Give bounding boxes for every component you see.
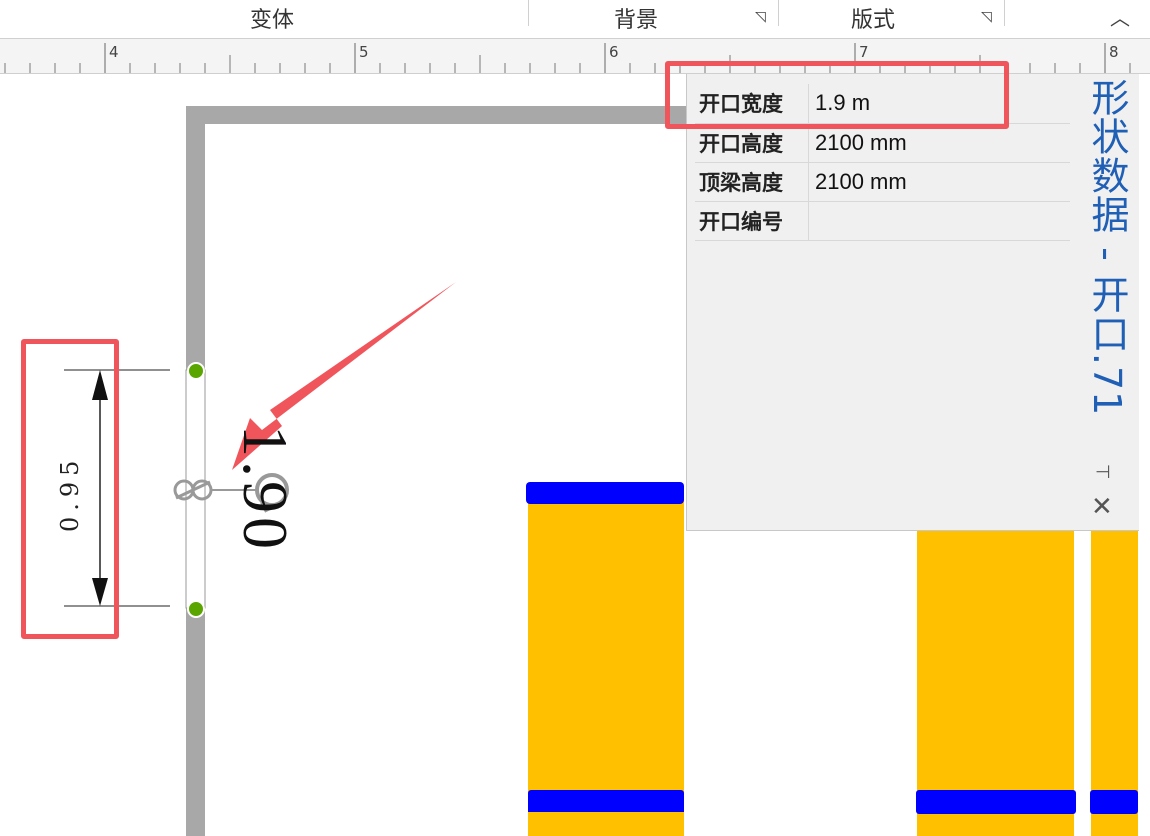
shape-data-row[interactable]: 顶梁高度 2100 mm xyxy=(695,162,1070,202)
rack-shape[interactable] xyxy=(526,482,684,836)
ribbon-separator xyxy=(528,0,529,26)
shape-data-row[interactable]: 开口编号 xyxy=(695,201,1070,241)
pin-icon[interactable]: ⊣ xyxy=(1095,462,1111,483)
close-icon[interactable]: ✕ xyxy=(1091,492,1113,522)
ruler-label: 8 xyxy=(1109,43,1119,61)
selection-handle[interactable] xyxy=(187,600,205,618)
selection-handle[interactable] xyxy=(187,362,205,380)
shape-data-panel[interactable]: 开口宽度 1.9 m 开口高度 2100 mm 顶梁高度 2100 mm 开口编… xyxy=(686,74,1139,531)
ruler-label: 7 xyxy=(859,43,869,61)
rack-shape[interactable] xyxy=(916,530,1076,836)
ribbon-group-background-label: 背景 xyxy=(614,8,659,33)
ribbon-separator xyxy=(778,0,779,26)
ruler-label: 4 xyxy=(109,43,119,61)
opening-width-label[interactable]: 1.90 xyxy=(230,399,301,579)
ruler-label: 6 xyxy=(609,43,619,61)
ruler-label: 5 xyxy=(359,43,369,61)
collapse-ribbon-chevron-up-icon[interactable]: ︿ xyxy=(1108,6,1132,30)
background-dialog-launcher-icon[interactable]: ◹ xyxy=(755,10,769,24)
ribbon-group-variants-label: 变体 xyxy=(250,8,295,33)
property-value-field[interactable]: 2100 mm xyxy=(808,162,1070,202)
ribbon-group-labels: 变体 背景 ◹ 版式 ◹ ︿ xyxy=(0,0,1150,39)
property-value-field[interactable] xyxy=(808,201,1070,241)
panel-title: 形状数据 - 开口.71 xyxy=(1085,78,1129,417)
property-name: 开口编号 xyxy=(695,201,809,241)
ribbon-separator xyxy=(1004,0,1005,26)
rack-shape[interactable] xyxy=(1090,530,1138,836)
layout-dialog-launcher-icon[interactable]: ◹ xyxy=(981,10,995,24)
dimension-highlight-box xyxy=(21,339,119,639)
ribbon-group-layout-label: 版式 xyxy=(851,8,896,33)
property-name: 顶梁高度 xyxy=(695,162,809,202)
width-row-highlight-box xyxy=(665,61,1009,129)
